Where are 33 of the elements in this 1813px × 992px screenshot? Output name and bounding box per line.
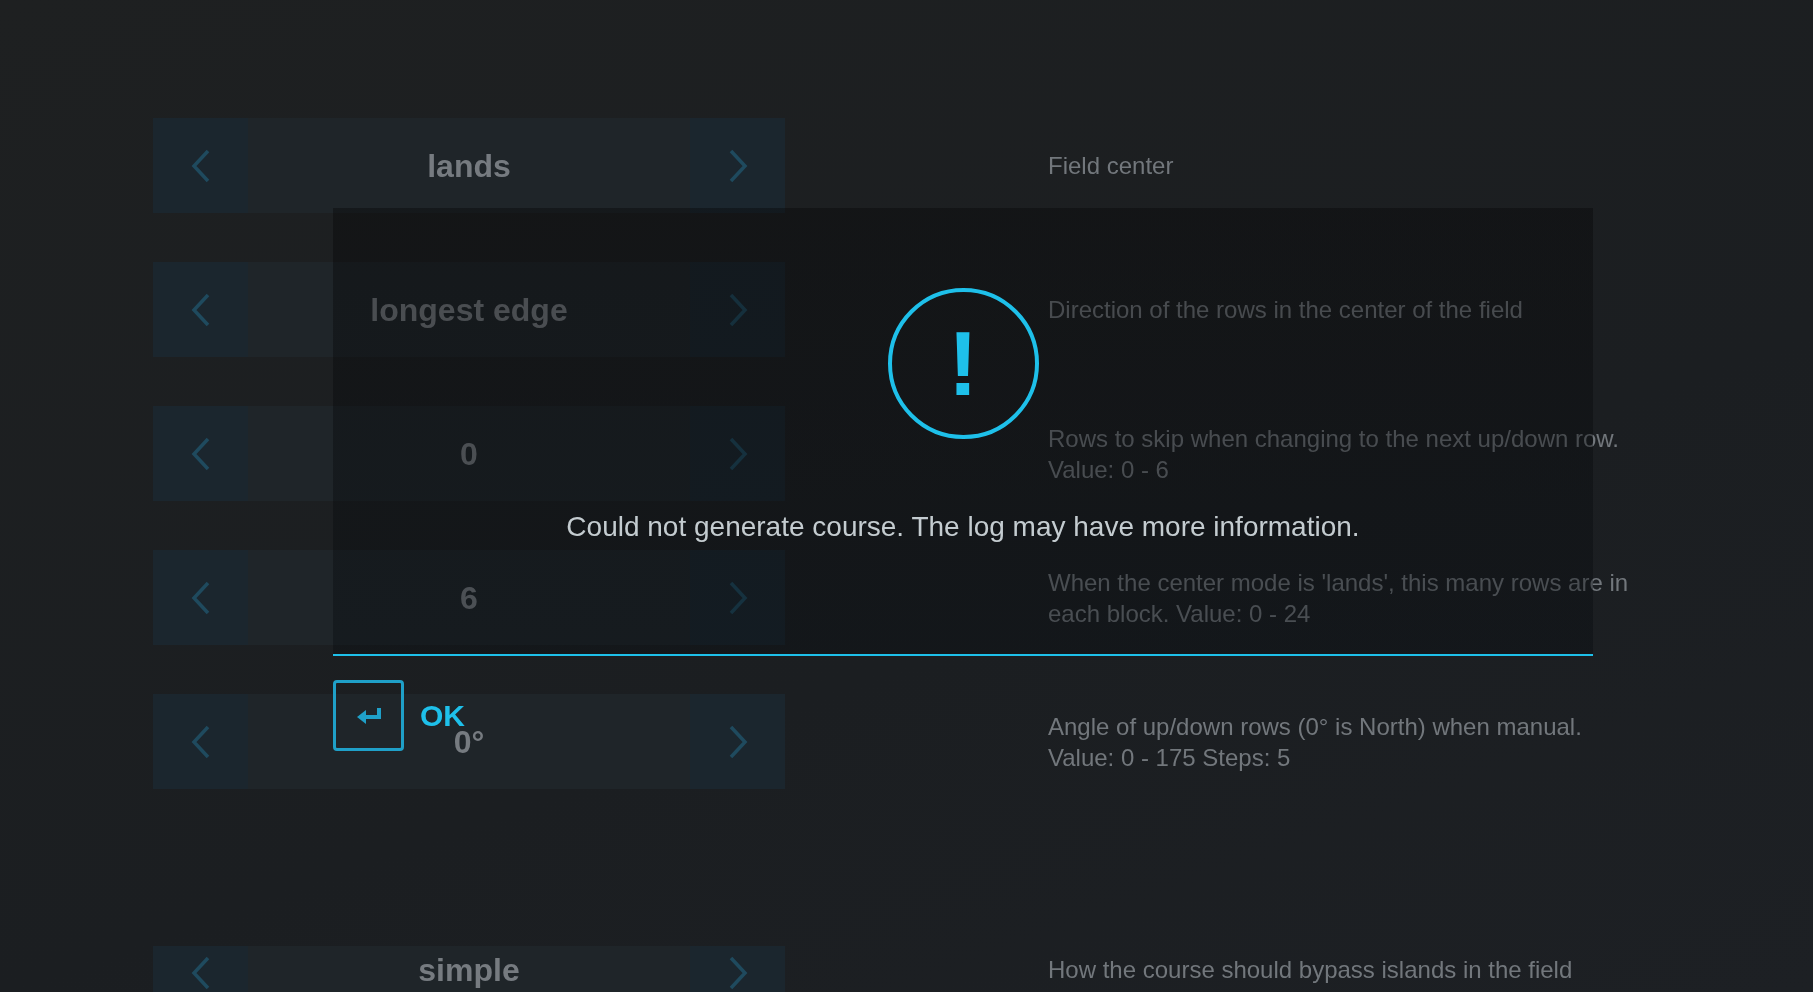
next-button[interactable]: [690, 550, 785, 645]
chevron-left-icon: [190, 148, 211, 183]
next-button[interactable]: [690, 406, 785, 501]
chevron-right-icon: [727, 436, 748, 471]
setting-description: Angle of up/down rows (0° is North) when manual. Value: 0 - 175 Steps: 5: [1048, 711, 1583, 773]
error-message: Could not generate course. The log may have more information.: [566, 511, 1360, 543]
previous-button[interactable]: [153, 118, 248, 213]
value-display: lands: [248, 118, 690, 213]
chevron-left-icon: [190, 292, 211, 327]
previous-button[interactable]: [153, 694, 248, 789]
chevron-right-icon: [727, 580, 748, 615]
chevron-left-icon: [190, 580, 211, 615]
setting-description: How the course should bypass islands in the field: [1048, 955, 1574, 985]
chevron-right-icon: [727, 148, 748, 183]
enter-key-button[interactable]: [333, 680, 404, 751]
setting-description: When the center mode is 'lands', this many rows are in each block. Value: 0 - 24: [1048, 567, 1630, 629]
chevron-right-icon: [727, 292, 748, 327]
previous-button[interactable]: [153, 262, 248, 357]
setting-description: Rows to skip when changing to the next up/down row. Value: 0 - 6: [1048, 423, 1620, 485]
next-button[interactable]: [690, 262, 785, 357]
setting-description: Field center: [1048, 151, 1175, 181]
chevron-left-icon: [190, 956, 211, 990]
value-display: simple: [248, 946, 690, 992]
next-button[interactable]: [690, 118, 785, 213]
warning-icon: !: [887, 288, 1039, 439]
chevron-right-icon: [727, 724, 748, 759]
previous-button[interactable]: [153, 550, 248, 645]
chevron-left-icon: [190, 724, 211, 759]
chevron-left-icon: [190, 436, 211, 471]
chevron-right-icon: [727, 956, 748, 990]
next-button[interactable]: [690, 694, 785, 789]
previous-button[interactable]: [153, 406, 248, 501]
setting-description: Direction of the rows in the center of the field: [1048, 295, 1524, 325]
